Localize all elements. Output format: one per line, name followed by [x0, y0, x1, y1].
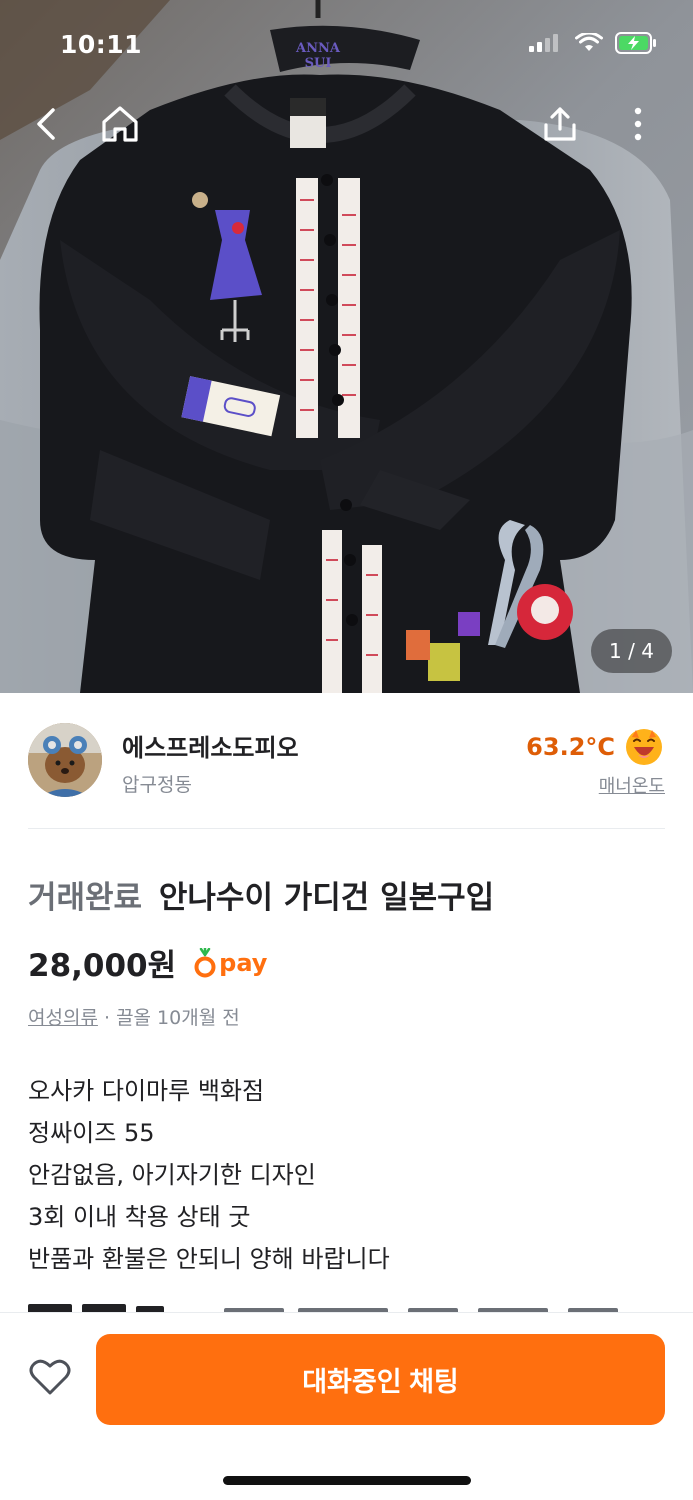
carrot-pay-icon — [194, 947, 216, 977]
seller-region: 압구정동 — [122, 774, 192, 796]
more-button[interactable] — [610, 96, 666, 152]
wifi-icon — [575, 33, 603, 51]
article-description: 오사카 다이마루 백화점 정싸이즈 55 안감없음, 아기자기한 디자인 3회 … — [28, 1070, 665, 1280]
manner-temperature-value: 63.2°C — [526, 733, 615, 761]
share-button[interactable] — [532, 96, 588, 152]
price: 28,000원 — [28, 948, 177, 984]
seller-name: 에스프레소도피오 — [122, 734, 299, 762]
bottom-action-bar: 대화중인 채팅 — [0, 1312, 693, 1500]
manner-temperature[interactable]: 63.2°C — [526, 726, 665, 768]
article-title: 거래완료 안나수이 가디건 일본구입 — [28, 872, 494, 917]
pay-label: pay — [219, 948, 268, 977]
divider — [28, 828, 665, 829]
manner-label[interactable]: 매너온도 — [599, 772, 665, 798]
description-line: 반품과 환불은 안되니 양해 바랍니다 — [28, 1245, 390, 1273]
status-time: 10:11 — [60, 30, 143, 59]
top-navigation — [0, 96, 693, 156]
dog-avatar-image — [28, 723, 102, 797]
description-line: 오사카 다이마루 백화점 — [28, 1077, 265, 1105]
cellular-signal-icon — [529, 34, 558, 52]
article-title-text: 안나수이 가디건 일본구입 — [158, 880, 495, 916]
seller-profile[interactable]: 에스프레소도피오 압구정동 63.2°C 매너온도 — [28, 720, 665, 828]
description-line: 정싸이즈 55 — [28, 1119, 155, 1147]
battery-charging-icon — [615, 32, 656, 54]
photo-counter: 1 / 4 — [591, 629, 672, 673]
status-bar: 10:11 — [0, 0, 693, 88]
trade-status-label: 거래완료 — [28, 880, 143, 916]
home-button[interactable] — [92, 96, 148, 152]
laughing-face-icon — [626, 729, 662, 765]
pay-badge: pay — [194, 947, 268, 978]
home-indicator[interactable] — [223, 1476, 471, 1485]
article-meta: 여성의류 · 끌올 10개월 전 — [28, 1003, 240, 1030]
description-line: 안감없음, 아기자기한 디자인 — [28, 1161, 316, 1189]
heart-outline-icon — [29, 1359, 71, 1395]
share-icon — [544, 107, 576, 141]
home-icon — [102, 106, 138, 142]
chevron-left-icon — [37, 108, 55, 140]
more-vertical-icon — [634, 107, 642, 141]
product-photo[interactable]: ANNA SUI 10:11 1 / 4 — [0, 0, 693, 693]
category-link[interactable]: 여성의류 — [28, 1007, 98, 1029]
avatar[interactable] — [28, 723, 102, 797]
bump-time: 끌올 10개월 전 — [116, 1007, 240, 1029]
price-row: 28,000원 pay — [28, 940, 267, 985]
chat-button[interactable]: 대화중인 채팅 — [96, 1334, 665, 1425]
like-button[interactable] — [24, 1351, 76, 1403]
back-button[interactable] — [18, 96, 74, 152]
meta-separator: · — [103, 1007, 111, 1029]
status-icons — [529, 32, 657, 54]
description-line: 3회 이내 착용 상태 굿 — [28, 1203, 251, 1231]
